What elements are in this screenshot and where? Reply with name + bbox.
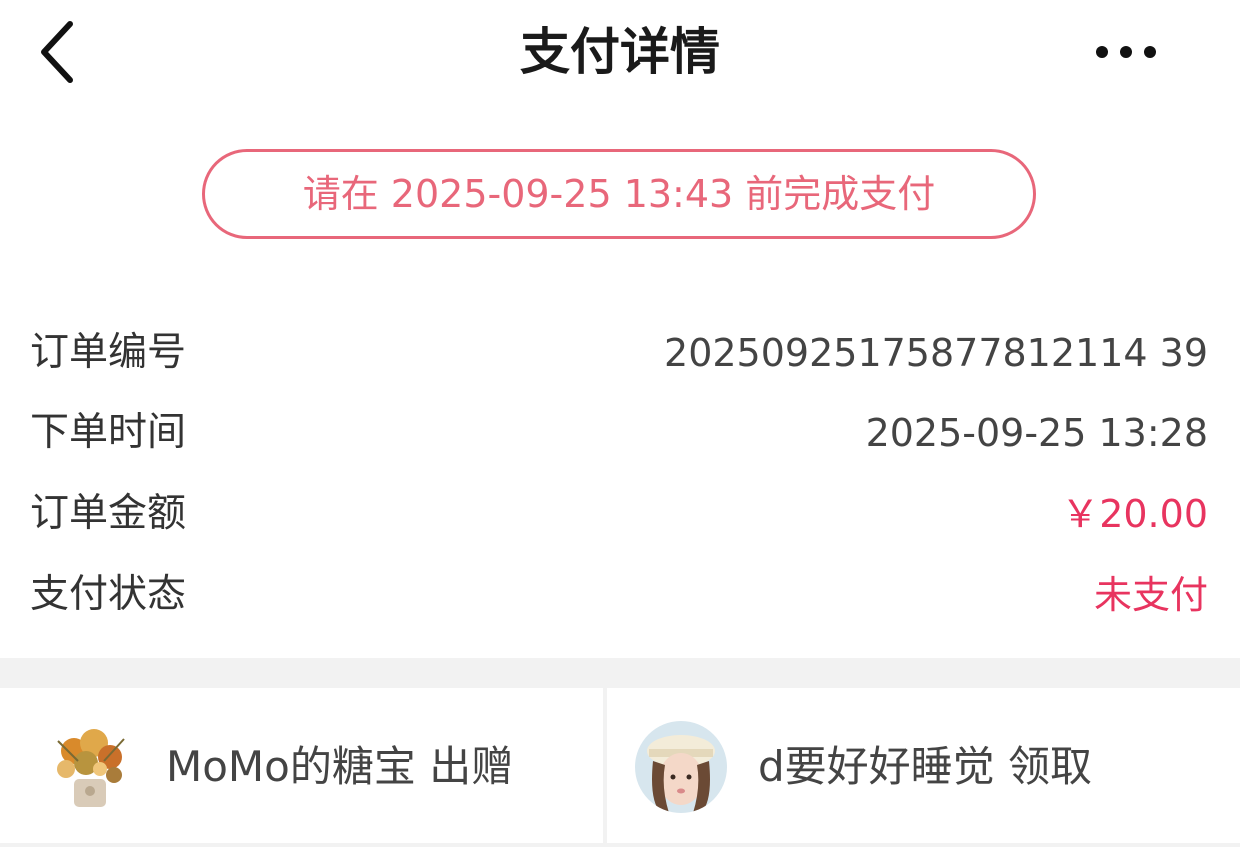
more-button[interactable] [1090,24,1170,80]
payment-deadline-banner: 请在 2025-09-25 13:43 前完成支付 [202,149,1036,239]
payment-status-label: 支付状态 [30,572,187,617]
order-number-label: 订单编号 [30,330,187,375]
order-amount-value: ￥20.00 [1061,492,1208,536]
flower-bouquet-avatar [44,721,136,813]
more-horizontal-icon [1096,46,1156,58]
order-number-row: 订单编号 20250925175877812114 39 [30,323,1208,383]
section-divider [0,658,1240,688]
nav-header: 支付详情 [0,0,1240,110]
payment-status-value: 未支付 [1093,573,1208,617]
order-time-value: 2025-09-25 13:28 [865,411,1208,455]
user-photo-avatar [635,721,727,813]
giver-text: MoMo的糖宝 出赠 [166,742,514,791]
order-time-row: 下单时间 2025-09-25 13:28 [30,403,1208,463]
order-number-value: 20250925175877812114 39 [664,331,1208,375]
page-title: 支付详情 [520,23,720,81]
order-amount-row: 订单金额 ￥20.00 [30,484,1208,544]
order-amount-label: 订单金额 [30,491,187,536]
order-time-label: 下单时间 [30,410,187,455]
giver-card[interactable]: MoMo的糖宝 出赠 [0,688,603,843]
bottom-divider [0,843,1240,847]
payment-status-row: 支付状态 未支付 [30,565,1208,625]
chevron-left-icon [41,21,73,83]
receiver-card[interactable]: d要好好睡觉 领取 [607,688,1240,843]
receiver-text: d要好好睡觉 领取 [758,742,1093,791]
back-button[interactable] [28,14,98,90]
